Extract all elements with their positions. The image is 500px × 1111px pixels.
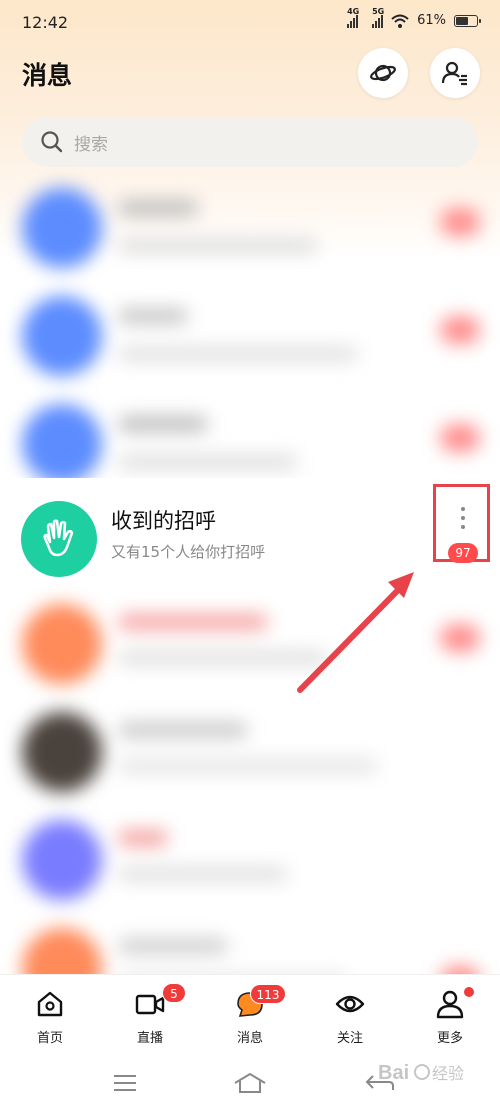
list-item[interactable] [0,584,500,692]
bottom-navigation: 首页 5 直播 113 消息 关注 更多 [0,974,500,1046]
avatar [22,712,102,792]
battery-icon [454,14,481,27]
blurred-conversations-bottom [0,584,500,1016]
contacts-icon [441,61,467,86]
page-title: 消息 [22,61,73,90]
wifi-icon [391,14,409,28]
battery-fill [456,16,468,25]
profile-icon [436,990,464,1019]
nav-more-dot-badge [464,987,474,997]
nav-home[interactable]: 首页 [0,975,100,1047]
nav-messages-label: 消息 [236,1031,263,1046]
nav-more[interactable]: 更多 [400,975,500,1047]
status-bar: 12:42 4G 5G 61% [0,0,500,46]
planet-button[interactable] [358,48,408,98]
list-item[interactable] [0,692,500,800]
more-options-icon[interactable] [461,507,465,529]
avatar [22,188,102,268]
menu-button[interactable] [105,1068,145,1098]
video-icon [135,994,165,1015]
avatar [22,296,102,376]
list-item[interactable] [0,384,500,492]
greeting-unread-badge: 97 [448,543,478,563]
greeting-subtitle: 又有15个人给你打招呼 [111,543,266,561]
list-item[interactable] [0,276,500,384]
list-item[interactable] [0,800,500,908]
search-bar[interactable]: 搜索 [22,117,478,167]
search-placeholder: 搜索 [74,134,108,155]
greeting-list-item[interactable]: 收到的招呼 又有15个人给你打招呼 97 [0,478,500,590]
nav-follow[interactable]: 关注 [300,975,400,1047]
nav-more-label: 更多 [436,1031,463,1046]
eye-icon [335,995,365,1013]
nav-messages[interactable]: 113 消息 [200,975,300,1047]
unread-badge [440,624,480,652]
nav-home-label: 首页 [36,1031,63,1046]
nav-live[interactable]: 5 直播 [100,975,200,1047]
highlight-box: 97 [433,484,490,563]
baidu-watermark: Bai 经验 [378,1062,464,1084]
signal-5g-icon: 5G [372,7,384,28]
battery-percent: 61% [417,13,446,28]
greeting-avatar [21,501,97,577]
signal-4g-label: 4G [347,6,360,16]
list-item[interactable] [0,168,500,276]
blurred-conversations-top [0,168,500,492]
avatar [22,404,102,484]
home-icon [37,991,63,1017]
unread-badge [440,316,480,344]
greeting-title: 收到的招呼 [111,509,216,533]
home-system-icon [234,1072,266,1093]
planet-icon [370,64,396,82]
status-icons: 4G 5G 61% [347,7,481,28]
nav-follow-label: 关注 [336,1031,363,1046]
unread-badge [440,208,480,236]
contacts-button[interactable] [430,48,480,98]
status-time: 12:42 [22,13,69,32]
svg-text:Bai: Bai [378,1062,409,1084]
unread-badge [440,424,480,452]
signal-5g-label: 5G [372,6,385,16]
signal-4g-icon: 4G [347,7,359,28]
nav-live-label: 直播 [136,1031,163,1046]
home-system-button[interactable] [230,1068,270,1098]
nav-live-badge: 5 [162,983,186,1003]
avatar [22,820,102,900]
avatar [22,604,102,684]
nav-messages-badge: 113 [250,984,286,1004]
waving-hand-icon [43,519,74,557]
svg-text:经验: 经验 [432,1065,464,1083]
search-icon [41,131,63,153]
menu-icon [114,1075,136,1091]
